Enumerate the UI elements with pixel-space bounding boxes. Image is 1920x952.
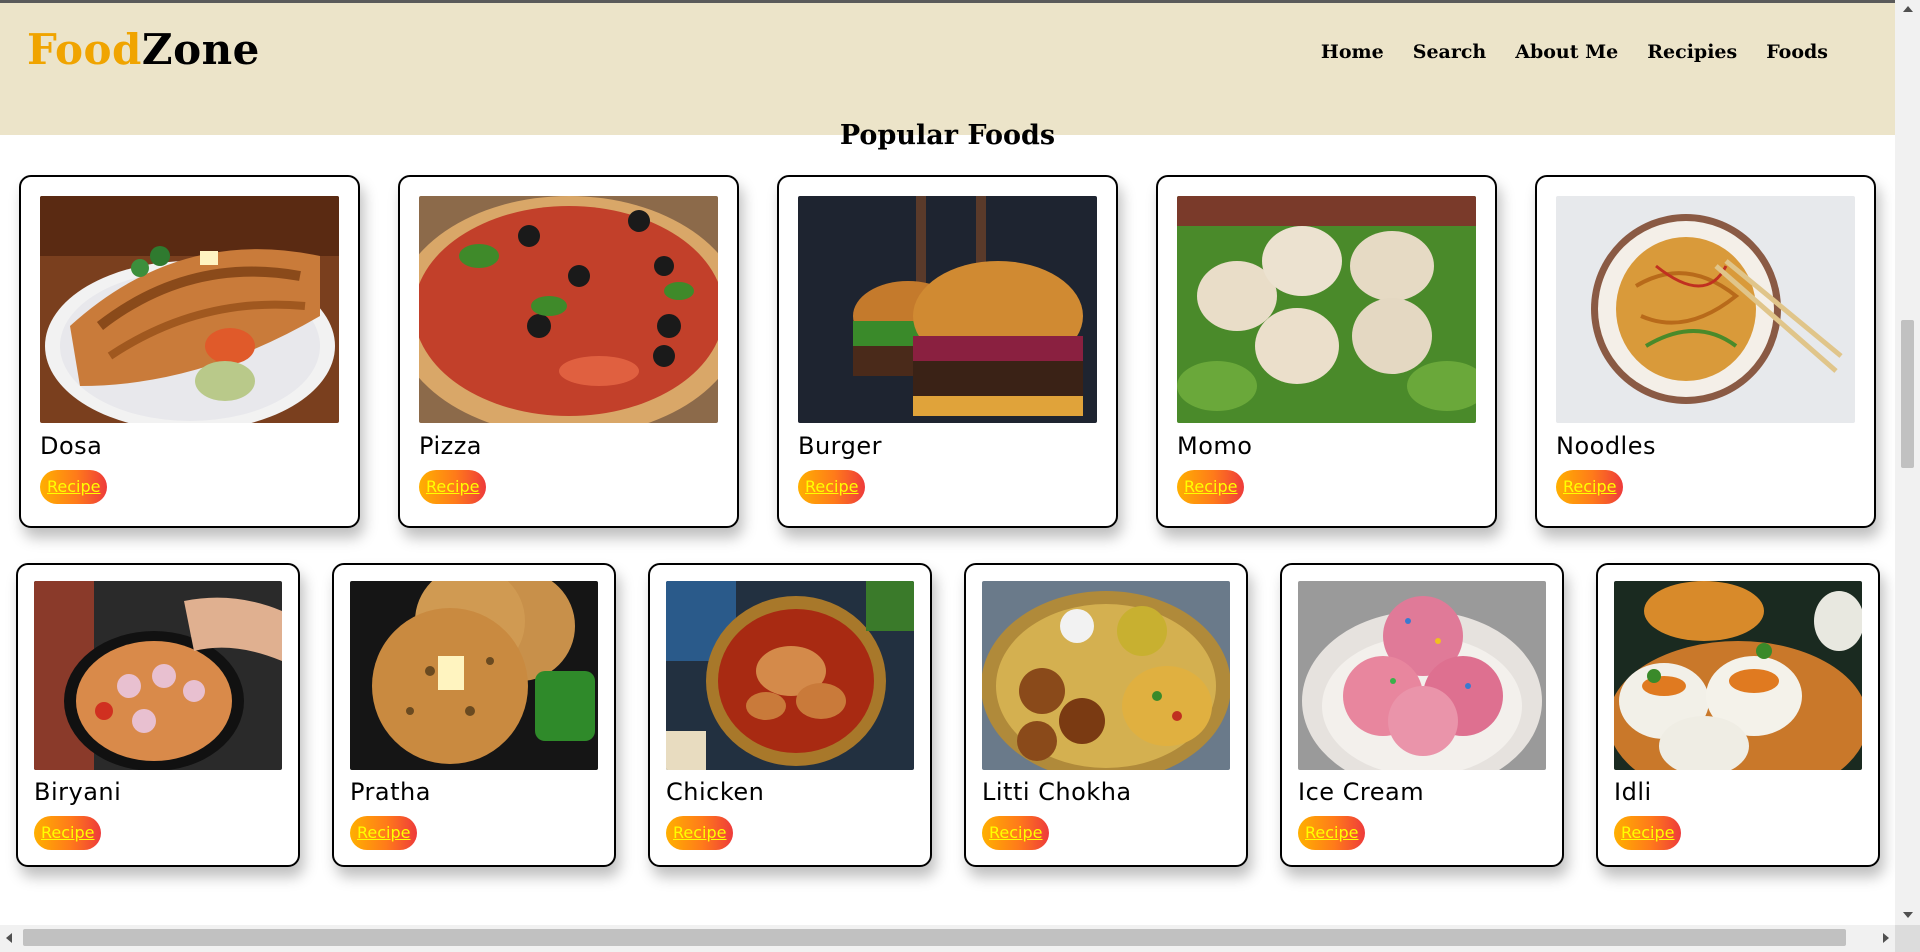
biryani-image [34, 581, 282, 770]
food-name: Dosa [40, 432, 103, 460]
food-card-dosa: Dosa Recipe [19, 175, 360, 528]
chicken-image [666, 581, 914, 770]
recipe-button-pizza[interactable]: Recipe [419, 470, 487, 504]
recipe-button-ice-cream[interactable]: Recipe [1298, 816, 1366, 850]
recipe-button-noodles[interactable]: Recipe [1556, 470, 1624, 504]
site-header: FoodZone Home Search About Me Recipies F… [0, 3, 1895, 135]
burger-image [798, 196, 1097, 423]
scroll-up-arrow-icon[interactable] [1903, 6, 1913, 12]
food-name: Idli [1614, 778, 1652, 806]
food-card-biryani: Biryani Recipe [16, 563, 300, 867]
food-card-burger: Burger Recipe [777, 175, 1118, 528]
horizontal-scrollbar[interactable] [0, 925, 1895, 952]
pizza-image [419, 196, 718, 423]
food-name: Ice Cream [1298, 778, 1425, 806]
nav-recipies-link[interactable]: Recipies [1647, 41, 1737, 63]
nav-foods-link[interactable]: Foods [1766, 41, 1828, 63]
nav-search-link[interactable]: Search [1413, 41, 1487, 63]
recipe-button-burger[interactable]: Recipe [798, 470, 866, 504]
food-name: Momo [1177, 432, 1253, 460]
scroll-down-arrow-icon[interactable] [1903, 912, 1913, 918]
recipe-button-pratha[interactable]: Recipe [350, 816, 418, 850]
nav-home-link[interactable]: Home [1321, 41, 1384, 63]
logo-food-text: Food [27, 25, 142, 74]
recipe-button-litti-chokha[interactable]: Recipe [982, 816, 1050, 850]
food-card-chicken: Chicken Recipe [648, 563, 932, 867]
pratha-image [350, 581, 598, 770]
recipe-button-dosa[interactable]: Recipe [40, 470, 108, 504]
food-card-pratha: Pratha Recipe [332, 563, 616, 867]
food-name: Biryani [34, 778, 122, 806]
recipe-button-idli[interactable]: Recipe [1614, 816, 1682, 850]
main-nav: Home Search About Me Recipies Foods [1321, 41, 1828, 63]
vertical-scroll-thumb[interactable] [1901, 320, 1914, 468]
food-card-noodles: Noodles Recipe [1535, 175, 1876, 528]
food-card-idli: Idli Recipe [1596, 563, 1880, 867]
litti-chokha-image [982, 581, 1230, 770]
noodles-image [1556, 196, 1855, 423]
scroll-right-arrow-icon[interactable] [1883, 933, 1889, 943]
food-name: Chicken [666, 778, 765, 806]
food-name: Noodles [1556, 432, 1656, 460]
scroll-left-arrow-icon[interactable] [6, 933, 12, 943]
food-card-pizza: Pizza Recipe [398, 175, 739, 528]
recipe-button-chicken[interactable]: Recipe [666, 816, 734, 850]
food-name: Litti Chokha [982, 778, 1132, 806]
logo-zone-text: Zone [141, 25, 260, 74]
nav-about-link[interactable]: About Me [1515, 41, 1618, 63]
vertical-scrollbar[interactable] [1895, 0, 1920, 952]
food-name: Pizza [419, 432, 483, 460]
food-card-ice-cream: Ice Cream Recipe [1280, 563, 1564, 867]
idli-image [1614, 581, 1862, 770]
recipe-button-biryani[interactable]: Recipe [34, 816, 102, 850]
section-title: Popular Foods [839, 120, 1056, 151]
food-card-litti-chokha: Litti Chokha Recipe [964, 563, 1248, 867]
site-logo[interactable]: FoodZone [27, 25, 260, 74]
food-card-momo: Momo Recipe [1156, 175, 1497, 528]
ice-cream-image [1298, 581, 1546, 770]
dosa-image [40, 196, 339, 423]
horizontal-scroll-thumb[interactable] [23, 929, 1846, 946]
recipe-button-momo[interactable]: Recipe [1177, 470, 1245, 504]
momo-image [1177, 196, 1476, 423]
food-name: Pratha [350, 778, 431, 806]
food-name: Burger [798, 432, 882, 460]
scrollbar-corner [1895, 925, 1920, 952]
